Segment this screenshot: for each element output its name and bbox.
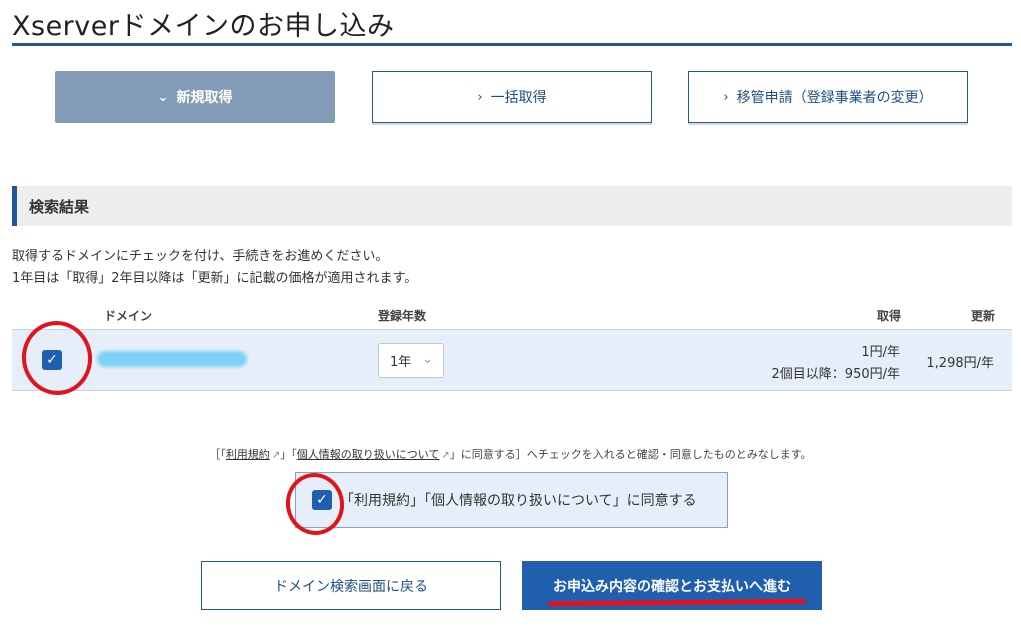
tab-label: 新規取得: [176, 90, 233, 106]
tab-label: 移管申請（登録事業者の変更）: [736, 90, 933, 106]
tab-bulk-registration[interactable]: › 一括取得: [372, 71, 652, 123]
acquire-price-additional: 2個目以降：950円/年: [771, 367, 900, 382]
note-text: ［「: [209, 448, 226, 461]
note-text: 」に同意する］へチェックを入れると確認・同意したものとみなします。: [449, 448, 812, 461]
acquire-price: 1円/年: [861, 345, 900, 360]
column-header-acquire: 取得: [877, 309, 902, 323]
years-value: 1年: [390, 355, 412, 370]
agreement-checkbox-box[interactable]: ✓ 「利用規約」「個人情報の取り扱いについて」に同意する: [295, 472, 728, 528]
registration-years-select[interactable]: 1年 ⌄: [378, 343, 444, 378]
external-link-icon: ↗: [271, 450, 281, 461]
title-underline: [12, 43, 1012, 46]
tab-label: 一括取得: [490, 90, 547, 106]
agreement-note: ［「利用規約 ↗」「個人情報の取り扱いについて ↗」に同意する］へチェックを入れると…: [0, 446, 1021, 462]
agreement-label: 「利用規約」「個人情報の取り扱いについて」に同意する: [340, 493, 697, 509]
column-header-domain: ドメイン: [104, 309, 153, 323]
page-title: Xserverドメインのお申し込み: [12, 11, 395, 42]
section-title: 検索結果: [29, 198, 90, 216]
note-text: 」「: [280, 448, 297, 461]
instruction-text: 取得するドメインにチェックを付け、手続きをお進めください。: [12, 249, 389, 264]
external-link-icon: ↗: [441, 450, 450, 461]
chevron-right-icon: ›: [723, 89, 729, 105]
redacted-domain-name: [97, 351, 247, 367]
pricing-note-text: 1年目は「取得」2年目以降は「更新」に記載の価格が適用されます。: [12, 271, 418, 286]
chevron-down-icon: ⌄: [422, 352, 433, 367]
terms-link[interactable]: 利用規約: [226, 448, 270, 461]
chevron-down-icon: ⌄: [157, 89, 169, 105]
back-to-search-button[interactable]: ドメイン検索画面に戻る: [201, 561, 501, 610]
table-row: ✓ 1年 ⌄ 1円/年 2個目以降：950円/年 1,298円/年: [12, 329, 1012, 391]
privacy-link[interactable]: 個人情報の取り扱いについて: [297, 448, 440, 461]
column-header-renew: 更新: [971, 309, 996, 323]
renew-price: 1,298円/年: [926, 356, 994, 371]
column-header-years: 登録年数: [378, 309, 427, 323]
tab-new-registration[interactable]: ⌄ 新規取得: [55, 71, 335, 123]
search-results-heading: 検索結果: [12, 186, 1012, 226]
chevron-right-icon: ›: [477, 89, 483, 105]
tab-transfer[interactable]: › 移管申請（登録事業者の変更）: [688, 71, 968, 123]
